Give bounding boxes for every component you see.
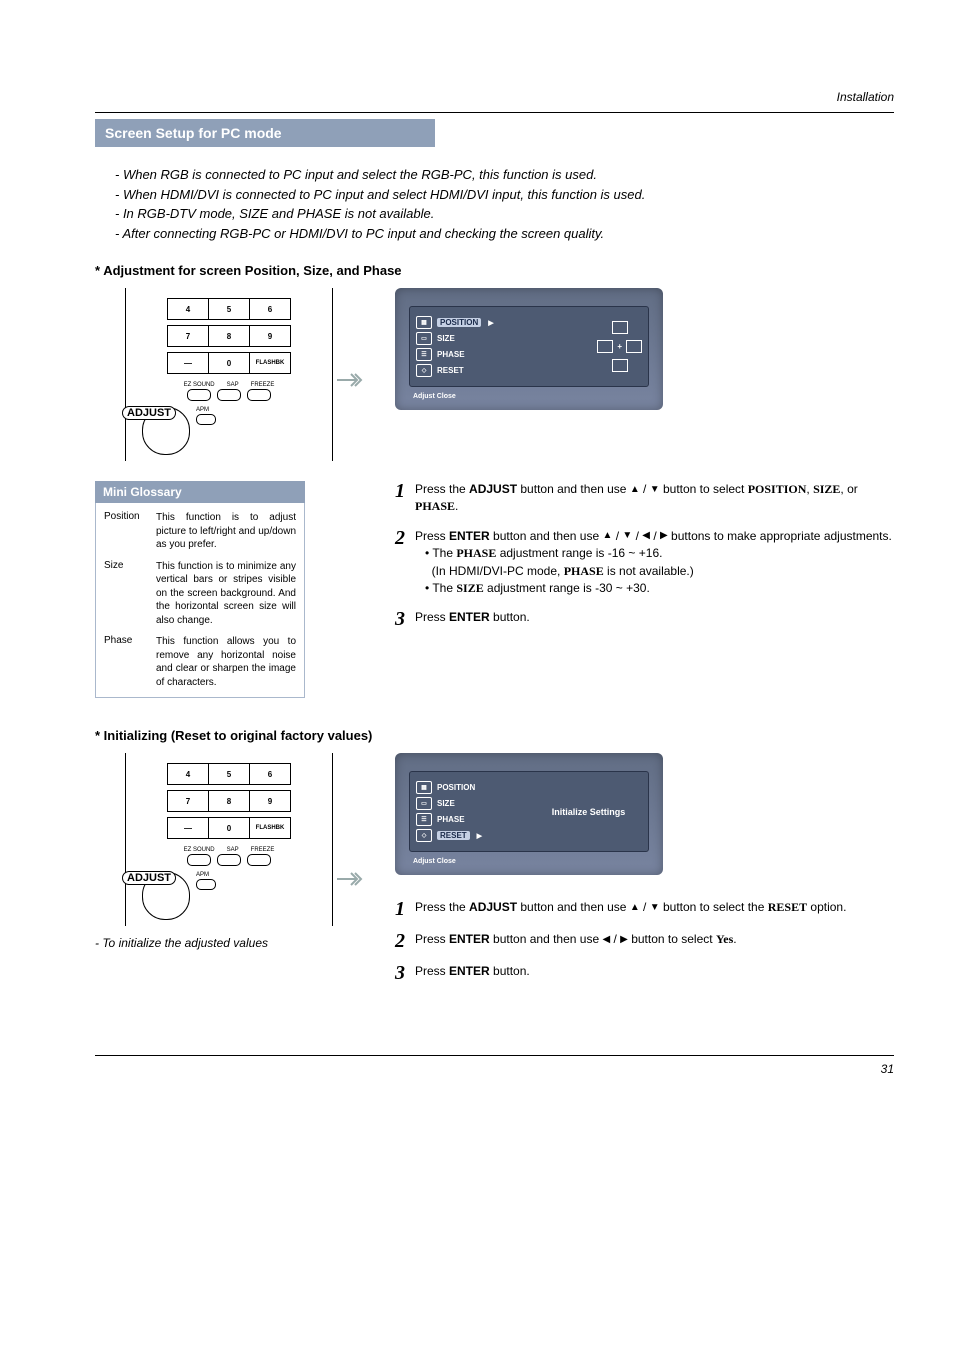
flow-arrow-icon: [335, 859, 365, 889]
init-steps: 1 Press the ADJUST button and then use ▲ …: [395, 899, 846, 983]
glossary-row: SizeThis function is to minimize any ver…: [104, 560, 296, 628]
step-number: 1: [395, 481, 405, 516]
osd-footer: Adjust Close: [409, 393, 649, 400]
remote-label: EZ SOUND: [184, 382, 215, 388]
note-line: - When RGB is connected to PC input and …: [115, 165, 894, 185]
size-icon: ▭: [416, 797, 432, 810]
note-line: - When HDMI/DVI is connected to PC input…: [115, 185, 894, 205]
page-number: 31: [95, 1062, 894, 1076]
note-line: - After connecting RGB-PC or HDMI/DVI to…: [115, 224, 894, 244]
step-number: 3: [395, 963, 405, 983]
section-header: Installation: [95, 90, 894, 104]
step-number: 3: [395, 609, 405, 629]
page-title: Screen Setup for PC mode: [95, 119, 435, 147]
osd-item-phase: ☰PHASE: [416, 348, 587, 361]
remote-diagram: 456 789 —0FLASHBK EZ SOUND SAP FREEZE AD…: [125, 753, 333, 926]
reset-icon: ◇: [416, 829, 432, 842]
phase-icon: ☰: [416, 813, 432, 826]
step-number: 2: [395, 931, 405, 951]
step-number: 2: [395, 528, 405, 598]
step-text: Press ENTER button and then use ▲ / ▼ / …: [415, 528, 892, 598]
header-rule: [95, 112, 894, 113]
footer-rule: [95, 1055, 894, 1056]
osd-item-position: ▦POSITION: [416, 781, 523, 794]
osd-dpad-graphic: +: [597, 313, 642, 380]
osd-menu-adjust: ▦POSITION▶ ▭SIZE ☰PHASE ◇RESET + Adjust …: [395, 288, 663, 410]
init-heading: * Initializing (Reset to original factor…: [95, 728, 894, 743]
reset-icon: ◇: [416, 364, 432, 377]
remote-label: SAP: [227, 382, 239, 388]
step-text: Press ENTER button.: [415, 609, 530, 629]
osd-item-reset: ◇RESET▶: [416, 829, 523, 842]
mini-glossary: Mini Glossary PositionThis function is t…: [95, 481, 305, 698]
step-number: 1: [395, 899, 405, 919]
position-icon: ▦: [416, 316, 432, 329]
adjust-heading: * Adjustment for screen Position, Size, …: [95, 263, 894, 278]
flow-arrow-icon: [335, 360, 365, 390]
step-text: Press ENTER button.: [415, 963, 530, 983]
phase-icon: ☰: [416, 348, 432, 361]
osd-item-phase: ☰PHASE: [416, 813, 523, 826]
glossary-row: PhaseThis function allows you to remove …: [104, 635, 296, 689]
osd-item-size: ▭SIZE: [416, 332, 587, 345]
remote-keypad: 456 789 —0FLASHBK: [167, 763, 291, 839]
osd-menu-reset: ▦POSITION ▭SIZE ☰PHASE ◇RESET▶ Initializ…: [395, 753, 663, 875]
step-text: Press the ADJUST button and then use ▲ /…: [415, 481, 894, 516]
glossary-row: PositionThis function is to adjust pictu…: [104, 511, 296, 552]
osd-item-reset: ◇RESET: [416, 364, 587, 377]
arrow-right-icon: ▶: [477, 832, 482, 840]
glossary-title: Mini Glossary: [95, 481, 305, 503]
remote-keypad: 456 789 —0FLASHBK: [167, 298, 291, 374]
osd-item-size: ▭SIZE: [416, 797, 523, 810]
step-text: Press the ADJUST button and then use ▲ /…: [415, 899, 846, 919]
init-note: - To initialize the adjusted values: [95, 936, 305, 950]
remote-diagram: 456 789 —0FLASHBK EZ SOUND SAP FREEZE AD…: [125, 288, 333, 461]
arrow-right-icon: ▶: [488, 319, 493, 327]
remote-label: FREEZE: [251, 382, 275, 388]
remote-label: APM: [196, 407, 209, 413]
osd-footer: Adjust Close: [409, 858, 649, 865]
position-icon: ▦: [416, 781, 432, 794]
osd-right-text: Initialize Settings: [535, 778, 642, 845]
notes-block: - When RGB is connected to PC input and …: [115, 165, 894, 243]
adjust-button-label: ADJUST: [122, 406, 176, 420]
step-text: Press ENTER button and then use ◀ / ▶ bu…: [415, 931, 737, 951]
size-icon: ▭: [416, 332, 432, 345]
note-line: - In RGB-DTV mode, SIZE and PHASE is not…: [115, 204, 894, 224]
adjust-steps: 1 Press the ADJUST button and then use ▲ …: [395, 481, 894, 629]
osd-item-position: ▦POSITION▶: [416, 316, 587, 329]
